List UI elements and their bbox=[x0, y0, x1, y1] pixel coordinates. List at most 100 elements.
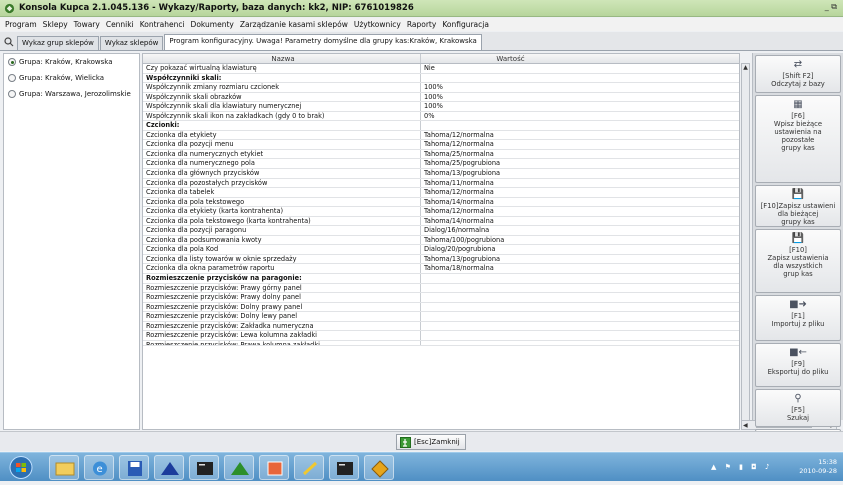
table-row[interactable]: Rozmieszczenie przycisków: Dolny lewy pa… bbox=[143, 312, 739, 322]
cell-value[interactable] bbox=[421, 341, 597, 345]
table-row[interactable]: Współczynnik skali ikon na zakładkach (g… bbox=[143, 111, 739, 122]
taskbar-konsola-kupca[interactable] bbox=[364, 455, 394, 480]
menu-item-cenniki[interactable]: Cenniki bbox=[103, 20, 137, 29]
action-button-search[interactable]: ⚲ [F5] Szukaj bbox=[755, 389, 841, 427]
action-button-save-all[interactable]: 💾 [F10] Zapisz ustawienia dla wszystkich … bbox=[755, 229, 841, 293]
menu-item-raporty[interactable]: Raporty bbox=[404, 20, 439, 29]
table-row[interactable]: Rozmieszczenie przycisków na paragonie: bbox=[143, 274, 739, 284]
table-row[interactable]: Rozmieszczenie przycisków: Lewa kolumna … bbox=[143, 331, 739, 341]
table-row[interactable]: Czy pokazać wirtualną klawiaturę Nie bbox=[143, 64, 739, 74]
cell-value[interactable]: Dialog/16/normalna bbox=[421, 226, 597, 235]
tab-wykaz-grup-sklepow[interactable]: Wykaz grup sklepów bbox=[17, 36, 99, 50]
taskbar-save[interactable] bbox=[119, 455, 149, 480]
cell-value[interactable] bbox=[421, 293, 597, 302]
taskbar-app-3[interactable] bbox=[224, 455, 254, 480]
cell-value[interactable] bbox=[421, 312, 597, 321]
table-row[interactable]: Rozmieszczenie przycisków: Prawa kolumna… bbox=[143, 340, 739, 346]
menu-item-kontrahenci[interactable]: Kontrahenci bbox=[137, 20, 188, 29]
column-header-value[interactable]: Wartość bbox=[421, 54, 597, 63]
cell-value[interactable]: Tahoma/25/pogrubiona bbox=[421, 159, 597, 168]
tab-program-konfiguracyjny[interactable]: Program konfiguracyjny. Uwaga! Parametry… bbox=[164, 34, 482, 50]
menu-item-konfiguracja[interactable]: Konfiguracja bbox=[439, 20, 492, 29]
table-row[interactable]: Czcionka dla numerycznego pola Tahoma/25/… bbox=[143, 159, 739, 170]
group-item[interactable]: Grupa: Warszawa, Jerozolimskie bbox=[4, 86, 139, 102]
table-row[interactable]: Czcionka dla pola Kod Dialog/20/pogrubion… bbox=[143, 245, 739, 255]
window-controls[interactable]: _ ⧉ bbox=[825, 2, 837, 12]
cell-value[interactable]: Dialog/20/pogrubiona bbox=[421, 245, 597, 254]
action-button-copy[interactable]: ▦ [F6] Wpisz bieżące ustawienia na pozost… bbox=[755, 95, 841, 183]
table-row[interactable]: Rozmieszczenie przycisków: Prawy górny p… bbox=[143, 283, 739, 294]
tab-wykaz-sklepow[interactable]: Wykaz sklepów bbox=[99, 36, 164, 50]
table-row[interactable]: Czcionka dla listy towarów w oknie sprze… bbox=[143, 254, 739, 265]
scroll-up-icon[interactable]: ▲ bbox=[742, 64, 749, 72]
table-row[interactable]: Współczynnik skali dla klawiatury numery… bbox=[143, 102, 739, 112]
cell-value[interactable]: 100% bbox=[421, 102, 597, 111]
cell-value[interactable] bbox=[421, 121, 597, 130]
menu-item-towary[interactable]: Towary bbox=[71, 20, 103, 29]
action-button-refresh[interactable]: ⇄ [Shift F2] Odczytaj z bazy bbox=[755, 55, 841, 93]
table-row[interactable]: Czcionka dla okna parametrów raportu Taho… bbox=[143, 264, 739, 275]
table-row[interactable]: Czcionka dla numerycznych etykiet Tahoma/… bbox=[143, 149, 739, 160]
cell-value[interactable]: 0% bbox=[421, 112, 597, 121]
cell-value[interactable]: Tahoma/12/normalna bbox=[421, 188, 597, 197]
table-row[interactable]: Czcionka dla pozycji paragonu Dialog/16/n… bbox=[143, 226, 739, 236]
taskbar-app-2[interactable] bbox=[189, 455, 219, 480]
cell-value[interactable]: Tahoma/18/normalna bbox=[421, 264, 597, 273]
taskbar-app-5[interactable] bbox=[294, 455, 324, 480]
table-row[interactable]: Czcionka dla pola tekstowego (karta kont… bbox=[143, 216, 739, 227]
vertical-scrollbar[interactable]: ▲ bbox=[741, 63, 750, 430]
cell-value[interactable]: Tahoma/14/normalna bbox=[421, 198, 597, 207]
cell-value[interactable] bbox=[421, 322, 597, 331]
cell-value[interactable] bbox=[421, 284, 597, 293]
cell-value[interactable] bbox=[421, 331, 597, 340]
start-button[interactable] bbox=[6, 455, 36, 480]
menu-item-zarządzanie-kasami-sklepów[interactable]: Zarządzanie kasami sklepów bbox=[237, 20, 351, 29]
table-row[interactable]: Rozmieszczenie przycisków: Zakładka nume… bbox=[143, 321, 739, 332]
group-item[interactable]: Grupa: Kraków, Wielicka bbox=[4, 70, 139, 86]
taskbar-app-4[interactable] bbox=[259, 455, 289, 480]
radio-selected-icon[interactable] bbox=[8, 58, 16, 66]
table-row[interactable]: Czcionka dla etykiety (karta kontrahenta… bbox=[143, 207, 739, 217]
taskbar-app-6[interactable] bbox=[329, 455, 359, 480]
cell-value[interactable]: Tahoma/100/pogrubiona bbox=[421, 236, 597, 245]
action-button-import[interactable]: ■➜ [F1] Importuj z pliku bbox=[755, 295, 841, 341]
taskbar-browser[interactable]: e bbox=[84, 455, 114, 480]
search-icon[interactable] bbox=[4, 37, 14, 47]
clock[interactable]: 15:38 2010-09-28 bbox=[799, 458, 837, 476]
table-row[interactable]: Rozmieszczenie przycisków: Dolny prawy p… bbox=[143, 302, 739, 313]
radio-icon[interactable] bbox=[8, 90, 16, 98]
menu-item-sklepy[interactable]: Sklepy bbox=[40, 20, 71, 29]
table-row[interactable]: Czcionka dla pozostałych przycisków Tahom… bbox=[143, 178, 739, 189]
table-row[interactable]: Czcionka dla tabelek Tahoma/12/normalna bbox=[143, 188, 739, 198]
menu-item-program[interactable]: Program bbox=[2, 20, 40, 29]
cell-value[interactable]: Tahoma/12/normalna bbox=[421, 140, 597, 149]
table-row[interactable]: Czcionki: bbox=[143, 121, 739, 131]
menu-item-dokumenty[interactable]: Dokumenty bbox=[188, 20, 237, 29]
cell-value[interactable]: Tahoma/25/normalna bbox=[421, 150, 597, 159]
table-row[interactable]: Czcionka dla pola tekstowego Tahoma/14/no… bbox=[143, 197, 739, 208]
table-row[interactable]: Czcionka dla etykiety Tahoma/12/normalna bbox=[143, 130, 739, 141]
cell-value[interactable]: Tahoma/12/normalna bbox=[421, 131, 597, 140]
table-row[interactable]: Współczynnik skali obrazków 100% bbox=[143, 92, 739, 103]
group-item[interactable]: Grupa: Kraków, Krakowska bbox=[4, 54, 139, 70]
taskbar-explorer[interactable] bbox=[49, 455, 79, 480]
taskbar-app-1[interactable] bbox=[154, 455, 184, 480]
scroll-left-icon[interactable]: ◀ bbox=[743, 422, 748, 429]
cell-value[interactable]: Tahoma/14/normalna bbox=[421, 217, 597, 226]
close-button[interactable]: [Esc]Zamknij bbox=[396, 434, 466, 450]
table-row[interactable]: Współczynnik zmiany rozmiaru czcionek 100… bbox=[143, 83, 739, 93]
action-button-export[interactable]: ■← [F9] Eksportuj do pliku bbox=[755, 343, 841, 387]
cell-value[interactable]: Tahoma/13/pogrubiona bbox=[421, 169, 597, 178]
table-row[interactable]: Współczynniki skali: bbox=[143, 73, 739, 84]
column-header-name[interactable]: Nazwa bbox=[143, 54, 421, 63]
action-button-save[interactable]: 💾 [F10]Zapisz ustawieni dla bieżącej grup… bbox=[755, 185, 841, 227]
table-row[interactable]: Czcionka dla głównych przycisków Tahoma/1… bbox=[143, 169, 739, 179]
cell-value[interactable]: Tahoma/12/normalna bbox=[421, 207, 597, 216]
radio-icon[interactable] bbox=[8, 74, 16, 82]
cell-value[interactable]: Tahoma/13/pogrubiona bbox=[421, 255, 597, 264]
menu-item-użytkownicy[interactable]: Użytkownicy bbox=[351, 20, 404, 29]
table-row[interactable]: Czcionka dla pozycji menu Tahoma/12/norma… bbox=[143, 140, 739, 150]
cell-value[interactable]: 100% bbox=[421, 93, 597, 102]
tray-icons[interactable]: ▲ ⚑ ▮ ◘ ♪ bbox=[711, 463, 772, 472]
table-row[interactable]: Rozmieszczenie przycisków: Prawy dolny p… bbox=[143, 293, 739, 303]
